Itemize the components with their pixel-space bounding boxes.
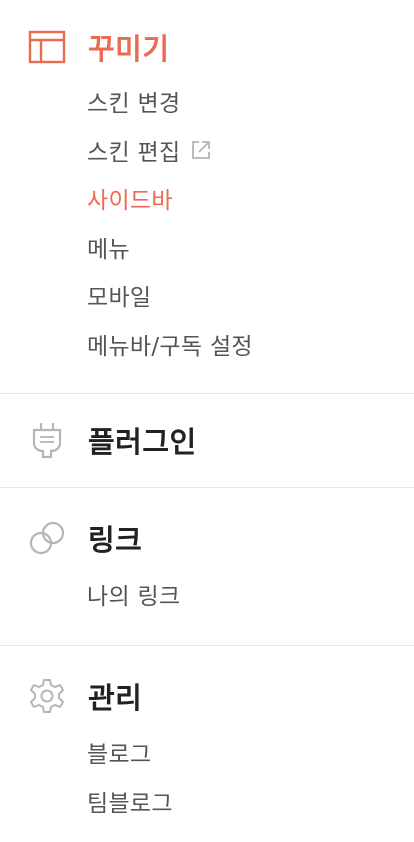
section-title-decorate: 꾸미기 [88, 32, 170, 66]
menu-item-mobile[interactable]: 모바일 [87, 271, 253, 320]
link-icon [28, 519, 66, 557]
section-link-header[interactable]: 링크 [28, 518, 142, 558]
section-decorate-header[interactable]: 꾸미기 [28, 27, 170, 67]
gear-icon [28, 677, 66, 715]
menu-item-my-links[interactable]: 나의 링크 [87, 570, 180, 619]
plug-icon [28, 421, 66, 459]
menu-item-skin-change[interactable]: 스킨 변경 [87, 77, 253, 126]
section-title-link: 링크 [88, 523, 143, 557]
menu-item-menu[interactable]: 메뉴 [87, 223, 253, 272]
external-link-icon [190, 139, 212, 161]
section-title-plugin: 플러그인 [88, 425, 197, 459]
menu-item-team-blog[interactable]: 팀블로그 [87, 777, 173, 826]
section-manage-header[interactable]: 관리 [28, 676, 142, 716]
link-submenu: 나의 링크 [87, 570, 180, 619]
manage-submenu: 블로그 팀블로그 [87, 728, 173, 825]
decorate-submenu: 스킨 변경 스킨 편집 사이드바 메뉴 모바일 메뉴바/구독 설정 [87, 77, 253, 368]
section-plugin-header[interactable]: 플러그인 [28, 420, 197, 460]
section-divider [0, 645, 414, 646]
menu-item-menubar-subscription[interactable]: 메뉴바/구독 설정 [87, 320, 253, 369]
layout-icon [28, 28, 66, 66]
section-divider [0, 393, 414, 394]
section-title-manage: 관리 [88, 681, 143, 715]
menu-item-sidebar[interactable]: 사이드바 [87, 174, 253, 223]
menu-item-skin-edit[interactable]: 스킨 편집 [87, 126, 253, 175]
menu-item-blog[interactable]: 블로그 [87, 728, 173, 777]
section-divider [0, 487, 414, 488]
